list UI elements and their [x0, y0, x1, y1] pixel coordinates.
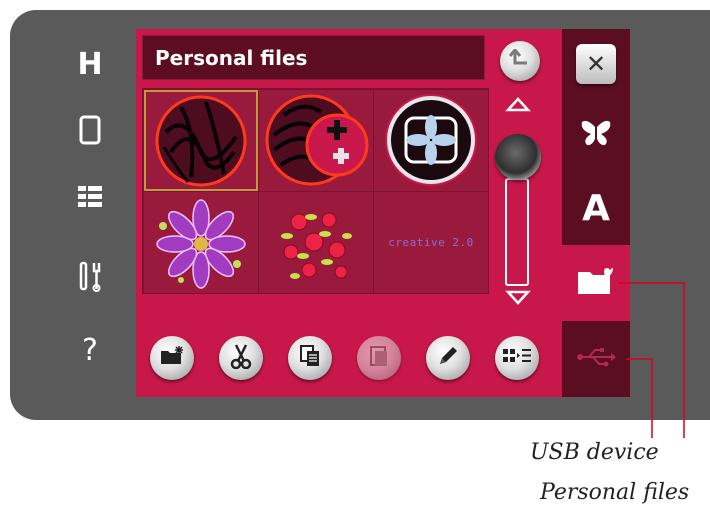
personal-files-label: Personal files: [540, 480, 690, 505]
callout-lines: [618, 282, 685, 438]
usb-device-label: USB device: [530, 440, 659, 465]
